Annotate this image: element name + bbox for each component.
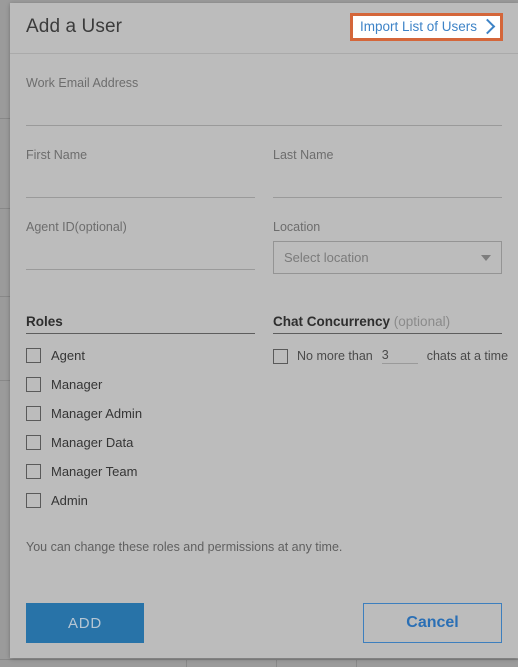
first-name-field[interactable] [26, 164, 255, 198]
role-label: Manager Admin [51, 406, 143, 421]
role-checkbox-manager-data[interactable]: Manager Data [26, 435, 255, 450]
concurrency-value-input[interactable] [381, 348, 418, 364]
location-selected-value: Select location [284, 250, 369, 265]
dialog-header: Add a User Import List of Users [10, 3, 518, 54]
concurrency-suffix-text: chats at a time [426, 349, 509, 363]
role-label: Admin [51, 493, 88, 508]
roles-heading: Roles [26, 314, 255, 334]
cancel-button[interactable]: Cancel [363, 603, 502, 643]
email-field-group: Work Email Address [26, 54, 502, 126]
role-checkbox-manager-admin[interactable]: Manager Admin [26, 406, 255, 421]
checkbox-icon[interactable] [26, 377, 41, 392]
checkbox-icon[interactable] [26, 464, 41, 479]
agent-location-row: Agent ID(optional) Location Select locat… [26, 198, 502, 274]
role-checkbox-agent[interactable]: Agent [26, 348, 255, 363]
email-field[interactable] [26, 92, 502, 126]
first-name-label: First Name [26, 148, 88, 162]
add-user-dialog: Add a User Import List of Users Work Ema… [10, 3, 518, 658]
checkbox-icon[interactable] [26, 406, 41, 421]
roles-note: You can change these roles and permissio… [26, 540, 343, 554]
location-select[interactable]: Select location [273, 241, 502, 274]
checkbox-icon[interactable] [26, 348, 41, 363]
role-label: Manager Team [51, 464, 138, 479]
roles-section: Roles Agent Manager Manager Admin Manage… [26, 274, 255, 508]
chat-concurrency-heading-text: Chat Concurrency [273, 314, 391, 329]
first-name-group: First Name [26, 148, 255, 198]
checkbox-icon[interactable] [26, 493, 41, 508]
chat-concurrency-row: No more than chats at a time [273, 348, 508, 364]
checkbox-icon[interactable] [273, 348, 288, 364]
chevron-right-icon [479, 18, 496, 34]
name-fields-row: First Name Last Name [26, 126, 502, 198]
location-group: Location Select location [273, 220, 502, 274]
page-title: Add a User [26, 16, 123, 37]
last-name-field[interactable] [273, 164, 502, 198]
caret-down-icon [481, 254, 491, 261]
dialog-footer: ADD Cancel [26, 603, 502, 643]
role-label: Manager [51, 377, 103, 392]
chat-concurrency-optional-tag: (optional) [393, 314, 451, 329]
add-button[interactable]: ADD [26, 603, 144, 643]
import-list-of-users-link[interactable]: Import List of Users [349, 13, 503, 41]
roles-concurrency-row: Roles Agent Manager Manager Admin Manage… [26, 274, 508, 508]
dialog-body: Work Email Address First Name Last Name … [10, 54, 518, 554]
location-label: Location [273, 220, 321, 234]
checkbox-icon[interactable] [26, 435, 41, 450]
agent-id-label: Agent ID(optional) [26, 220, 127, 234]
role-label: Agent [51, 348, 85, 363]
import-link-label: Import List of Users [359, 19, 477, 34]
chat-concurrency-section: Chat Concurrency (optional) No more than… [273, 274, 508, 508]
role-label: Manager Data [51, 435, 134, 450]
concurrency-prefix-text: No more than [297, 349, 373, 363]
role-checkbox-admin[interactable]: Admin [26, 493, 255, 508]
email-field-label: Work Email Address [26, 76, 139, 90]
role-checkbox-manager[interactable]: Manager [26, 377, 255, 392]
last-name-label: Last Name [273, 148, 334, 162]
agent-id-group: Agent ID(optional) [26, 220, 255, 274]
chat-concurrency-heading: Chat Concurrency (optional) [273, 314, 502, 334]
role-checkbox-manager-team[interactable]: Manager Team [26, 464, 255, 479]
last-name-group: Last Name [273, 148, 502, 198]
agent-id-field[interactable] [26, 236, 255, 270]
screen: Add a User Import List of Users Work Ema… [0, 0, 518, 667]
